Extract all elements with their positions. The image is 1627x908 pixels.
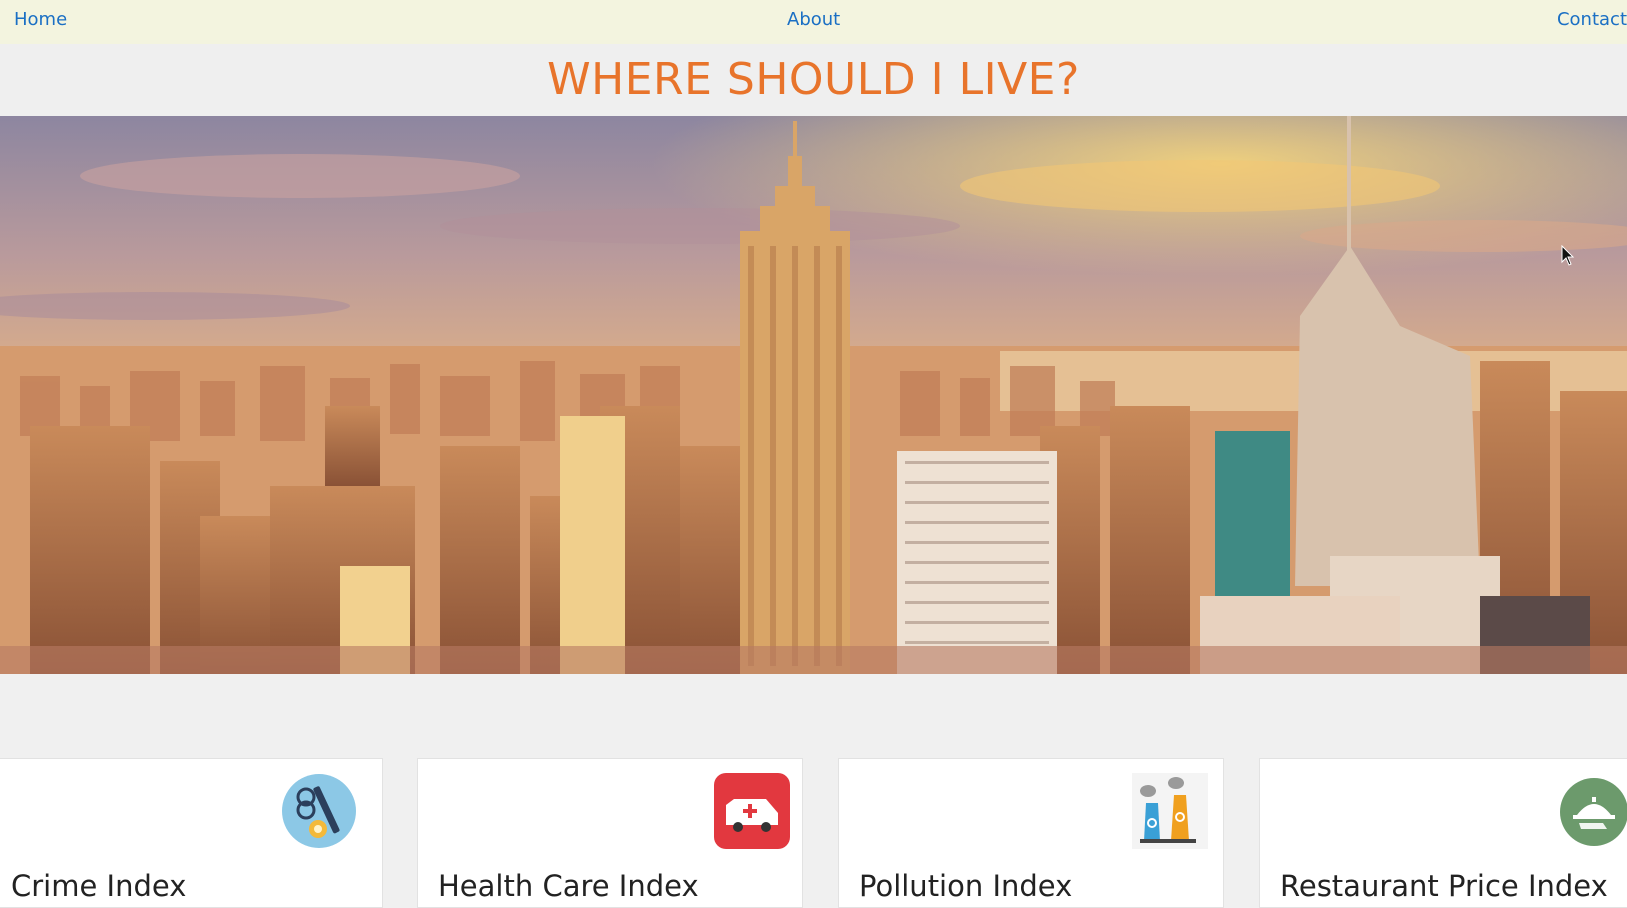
card-title: Pollution Index xyxy=(859,869,1073,903)
nav-link-about[interactable]: About xyxy=(787,9,840,30)
hero-city-skyline-image xyxy=(0,116,1627,674)
crime-handcuffs-icon xyxy=(282,774,356,848)
ambulance-icon xyxy=(714,773,790,849)
top-navbar: Home About Contact xyxy=(0,0,1627,44)
nav-link-home[interactable]: Home xyxy=(14,9,67,30)
card-pollution-index[interactable]: Pollution Index xyxy=(838,758,1224,908)
card-title: Restaurant Price Index xyxy=(1280,869,1608,903)
nav-link-contact[interactable]: Contact xyxy=(1557,9,1627,30)
title-section: WHERE SHOULD I LIVE? xyxy=(0,44,1627,116)
mouse-cursor-icon xyxy=(1561,245,1575,266)
card-health-care-index[interactable]: Health Care Index xyxy=(417,758,803,908)
card-title: Health Care Index xyxy=(438,869,699,903)
factory-pollution-icon xyxy=(1132,773,1208,849)
food-cloche-icon xyxy=(1560,778,1627,846)
card-crime-index[interactable]: Crime Index xyxy=(0,758,383,908)
card-restaurant-price-index[interactable]: Restaurant Price Index xyxy=(1259,758,1627,908)
card-title: Crime Index xyxy=(11,869,187,903)
skyline-illustration xyxy=(0,116,1627,674)
page-title: WHERE SHOULD I LIVE? xyxy=(547,54,1080,105)
